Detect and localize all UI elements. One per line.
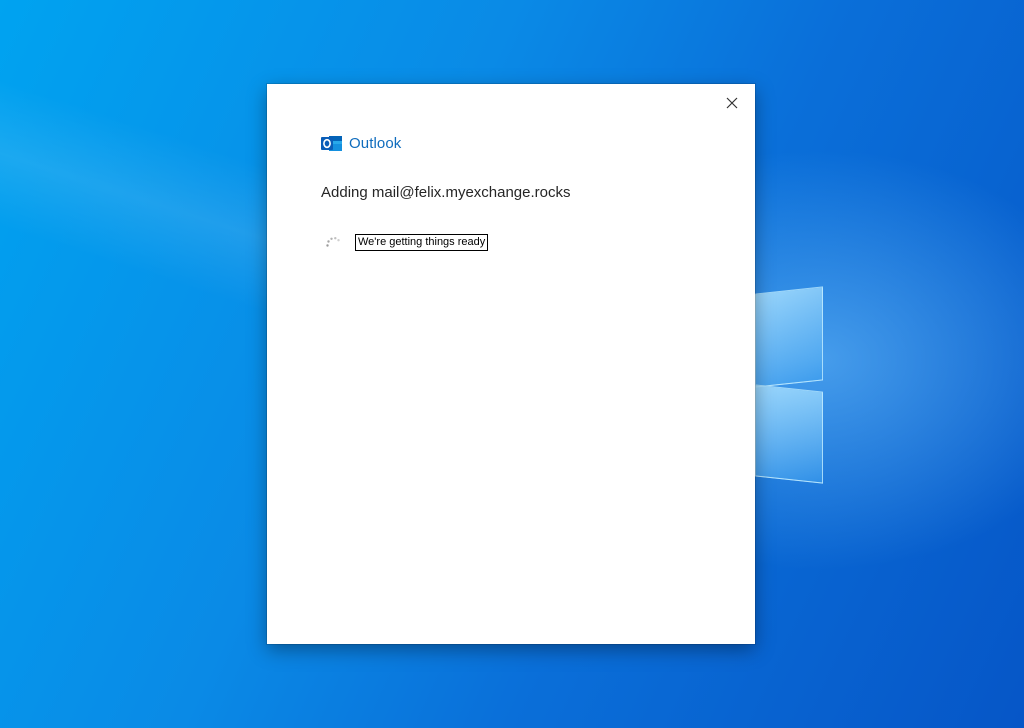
brand-name: Outlook bbox=[349, 134, 402, 152]
outlook-brand: Outlook bbox=[321, 132, 401, 154]
loading-spinner-icon bbox=[326, 236, 340, 247]
status-text: We're getting things ready bbox=[355, 234, 489, 251]
outlook-add-account-dialog: Outlook Adding mail@felix.myexchange.roc… bbox=[267, 84, 755, 644]
status-row: We're getting things ready bbox=[325, 234, 489, 251]
close-button[interactable] bbox=[719, 90, 745, 116]
windows-logo-pane-bottom bbox=[755, 384, 823, 484]
dialog-heading: Adding mail@felix.myexchange.rocks bbox=[321, 184, 571, 201]
close-icon bbox=[726, 97, 738, 109]
outlook-logo-icon bbox=[321, 135, 342, 151]
windows-logo-pane-top bbox=[755, 286, 823, 388]
